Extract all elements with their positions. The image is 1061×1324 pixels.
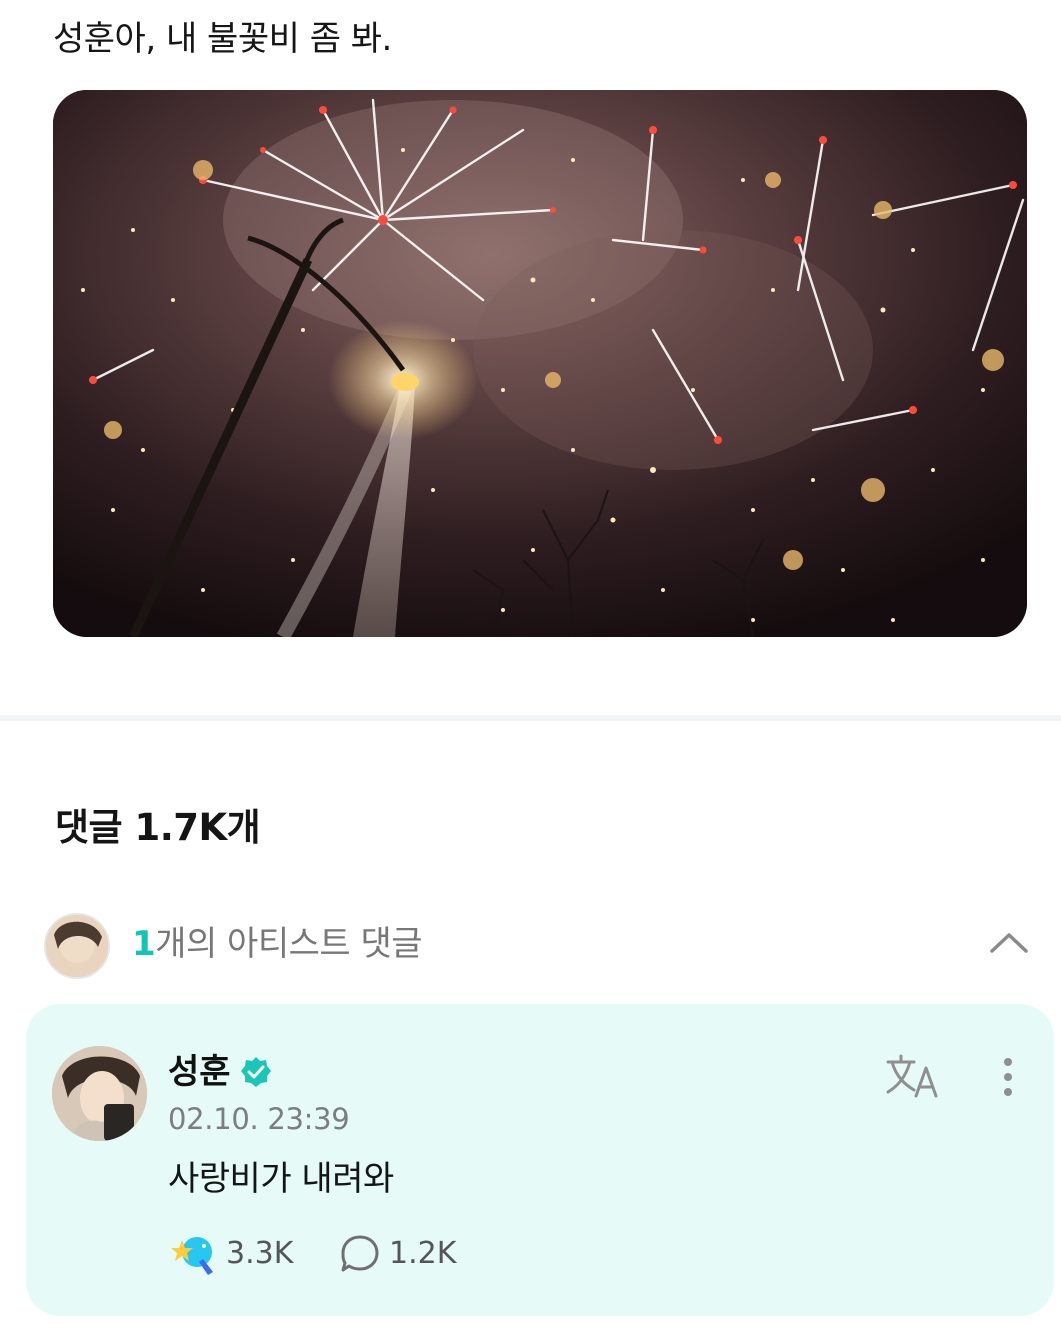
comment-timestamp: 02.10. 23:39 (168, 1102, 350, 1136)
artist-count-number: 1 (132, 924, 156, 964)
artist-avatar[interactable] (52, 1046, 147, 1141)
verified-badge-icon (241, 1057, 271, 1087)
star-wand-icon (171, 1237, 213, 1275)
artist-comment-count: 1개의 아티스트 댓글 (132, 919, 423, 969)
like-button[interactable] (170, 1230, 218, 1278)
translate-icon (886, 1054, 938, 1098)
section-divider (0, 715, 1061, 721)
artist-comment-card: 성훈 02.10. 23:39 사랑비가 내려와 3.3K 1.2K (26, 1004, 1054, 1316)
collapse-button[interactable] (984, 919, 1034, 969)
comments-header: 댓글 1.7K개 (55, 806, 261, 849)
comment-body: 사랑비가 내려와 (168, 1159, 394, 1199)
more-vertical-icon (1004, 1058, 1012, 1096)
artist-count-label: 개의 아티스트 댓글 (155, 924, 423, 964)
post-text: 성훈아, 내 불꽃비 좀 봐. (53, 19, 392, 59)
reply-button[interactable] (338, 1232, 382, 1276)
post-image[interactable] (53, 90, 1027, 637)
more-options-button[interactable] (990, 1052, 1026, 1102)
translate-button[interactable] (884, 1052, 944, 1102)
artist-avatar-thumbnail (44, 913, 110, 979)
reply-count: 1.2K (389, 1236, 457, 1271)
speech-bubble-icon (341, 1235, 379, 1272)
artist-comments-summary[interactable]: 1개의 아티스트 댓글 (44, 913, 1034, 979)
comment-author[interactable]: 성훈 (168, 1048, 231, 1096)
chevron-up-icon (990, 933, 1028, 953)
like-count: 3.3K (226, 1236, 294, 1271)
